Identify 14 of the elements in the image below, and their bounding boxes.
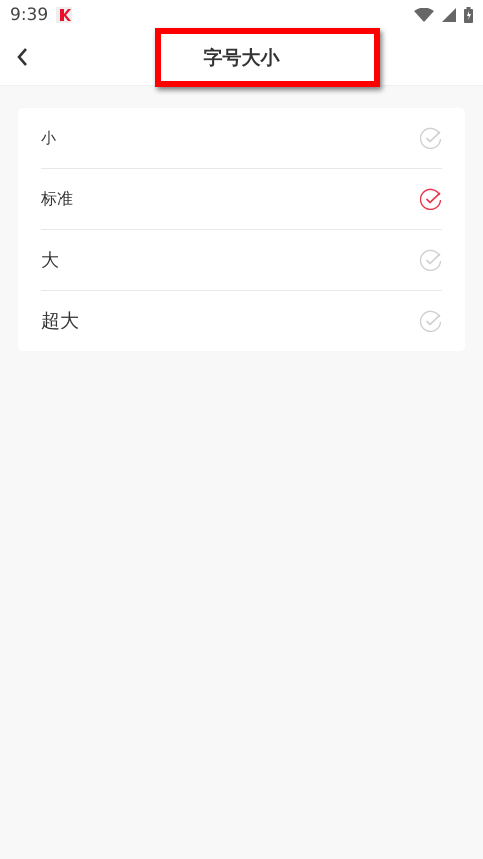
battery-icon [464,7,473,23]
signal-icon [442,8,456,22]
option-label: 标准 [41,188,73,210]
app-notification-icon [56,7,72,23]
wifi-icon [414,8,434,22]
font-size-option[interactable]: 标准 [41,168,442,229]
font-size-option[interactable]: 大 [41,229,442,290]
option-label: 大 [41,249,59,272]
option-label: 小 [41,128,56,148]
page-title: 字号大小 [204,46,280,70]
option-label: 超大 [41,309,79,334]
font-size-option[interactable]: 小 [41,108,442,168]
status-time: 9:39 [10,5,48,25]
font-size-option[interactable]: 超大 [41,290,442,351]
